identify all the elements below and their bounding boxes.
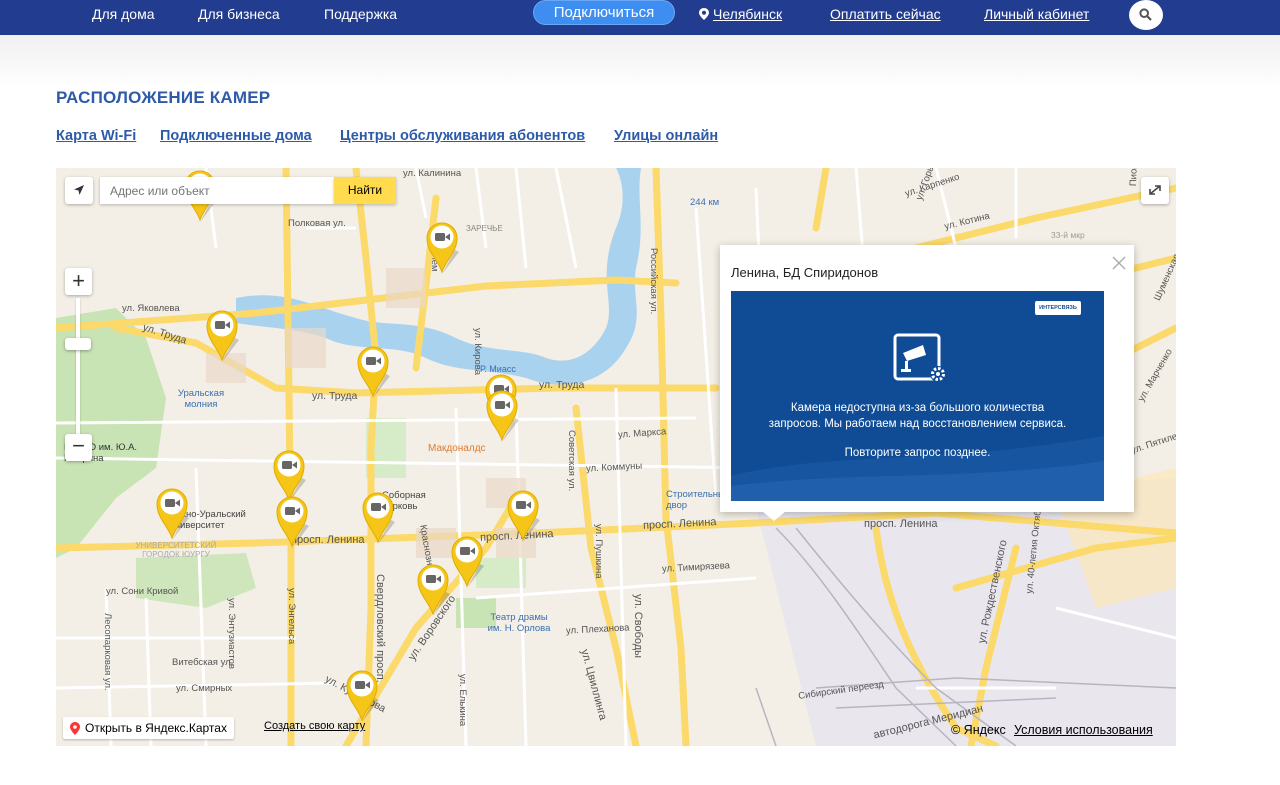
yandex-pin-icon	[70, 722, 80, 735]
map-label: Университетский городок ЮУрГУ	[135, 541, 217, 559]
city-name: Челябинск	[713, 6, 783, 22]
map-label: Строительный двор	[666, 489, 731, 511]
camera-marker[interactable]	[155, 486, 189, 540]
camera-marker[interactable]	[345, 668, 379, 722]
location-pin-icon	[699, 8, 709, 20]
camera-marker-icon	[451, 536, 484, 588]
city-selector[interactable]: Челябинск	[699, 6, 782, 22]
camera-marker-icon	[426, 222, 459, 274]
camera-marker-icon	[156, 488, 189, 540]
map-label: ул. Елькина	[457, 674, 468, 727]
zoom-slider-thumb[interactable]	[65, 338, 91, 350]
camera-marker-icon	[362, 492, 395, 544]
map-label: Свердловский просп.	[374, 574, 386, 683]
pay-now-link[interactable]: Оплатить сейчас	[830, 6, 941, 22]
camera-stream-panel[interactable]: ИНТЕРСВЯЗЬ Камера недоступна из-за больш…	[731, 291, 1104, 501]
map-label: 244 км	[690, 197, 720, 208]
find-button[interactable]: Найти	[334, 177, 396, 204]
close-icon	[1112, 256, 1126, 270]
open-in-yandex-button[interactable]: Открыть в Яндекс.Картах	[63, 717, 234, 739]
search-button[interactable]	[1129, 0, 1163, 30]
camera-marker[interactable]	[205, 308, 239, 362]
map-label: ул. Труда	[312, 390, 358, 402]
map-label: Полковая ул.	[288, 218, 346, 229]
popup-close-button[interactable]	[1110, 254, 1128, 272]
tab-service-centers[interactable]: Центры обслуживания абонентов	[340, 128, 585, 144]
map-label: ул. Труда	[539, 379, 585, 391]
camera-marker[interactable]	[425, 220, 459, 274]
nav-support[interactable]: Поддержка	[324, 6, 397, 22]
camera-marker[interactable]	[361, 490, 395, 544]
top-navigation-bar: Для дома Для бизнеса Поддержка Подключит…	[0, 0, 1280, 35]
map-label: 33-й мкр	[1051, 230, 1085, 240]
map-label: ул. Калинина	[403, 168, 462, 179]
map-label: ул. Энтузиастов	[226, 598, 237, 669]
camera-marker[interactable]	[485, 388, 519, 442]
tab-wifi-map[interactable]: Карта Wi-Fi	[56, 128, 136, 144]
map-label: ул. Смирных	[176, 683, 233, 694]
popup-tail	[762, 511, 786, 521]
map-label: ул. Энгельса	[286, 588, 297, 645]
yandex-copyright: © Яндекс	[951, 723, 1006, 737]
address-search-input[interactable]	[100, 177, 334, 204]
camera-marker[interactable]	[356, 344, 390, 398]
nav-for-business[interactable]: Для бизнеса	[198, 6, 280, 22]
map-label: просп. Ленина	[864, 518, 938, 530]
map-label: Театр драмы им. Н. Орлова	[487, 612, 551, 634]
camera-marker[interactable]	[506, 488, 540, 542]
camera-unavailable-icon	[893, 333, 946, 382]
camera-marker-icon	[417, 564, 450, 616]
header-shadow-band	[0, 35, 1280, 90]
camera-marker-icon	[206, 310, 239, 362]
map-label: Лесопарковая ул.	[102, 613, 113, 691]
nav-for-home[interactable]: Для дома	[92, 6, 155, 22]
camera-marker[interactable]	[275, 494, 309, 548]
map-label: Пионерская	[1128, 168, 1141, 186]
search-icon	[1139, 8, 1152, 21]
fullscreen-button[interactable]	[1141, 177, 1169, 204]
camera-unavailable-message: Камера недоступна из-за большого количес…	[731, 401, 1104, 432]
panel-wave-background	[731, 436, 1104, 501]
camera-map[interactable]: ул. Калинина Полковая ул. Заречье ул. Ки…	[56, 168, 1176, 746]
minus-icon: −	[72, 433, 85, 458]
plus-icon: +	[72, 268, 85, 293]
popup-title: Ленина, БД Спиридонов	[731, 265, 879, 280]
camera-marker[interactable]	[416, 562, 450, 616]
camera-marker-icon	[486, 390, 519, 442]
geolocation-button[interactable]	[65, 177, 93, 204]
expand-icon	[1149, 185, 1161, 195]
camera-marker-icon	[507, 490, 540, 542]
camera-popup: Ленина, БД Спиридонов ИНТЕРСВЯЗЬ Камера …	[720, 245, 1134, 512]
camera-marker[interactable]	[450, 534, 484, 588]
tab-streets-online[interactable]: Улицы онлайн	[614, 128, 718, 144]
page-title: РАСПОЛОЖЕНИЕ КАМЕР	[56, 88, 271, 107]
map-label: Советская ул.	[566, 430, 577, 492]
arrow-locate-icon	[74, 185, 84, 195]
zoom-out-button[interactable]: −	[65, 434, 92, 461]
map-label: Российская ул.	[648, 248, 659, 315]
map-label: Макдоналдс	[428, 443, 486, 454]
map-label: Уральская молния	[177, 388, 225, 410]
map-label: ул. Яковлева	[122, 303, 180, 314]
message-line-2: запросов. Мы работаем над восстановление…	[768, 417, 1067, 430]
camera-marker-icon	[357, 346, 390, 398]
zoom-in-button[interactable]: +	[65, 268, 92, 295]
map-label: ул. Сони Кривой	[106, 586, 179, 597]
brand-logo: ИНТЕРСВЯЗЬ	[1035, 301, 1081, 315]
terms-of-use-link[interactable]: Условия использования	[1014, 723, 1153, 737]
map-label: Заречье	[466, 224, 503, 233]
map-label: ул. Свободы	[632, 594, 644, 659]
tab-connected-houses[interactable]: Подключенные дома	[160, 128, 312, 144]
connect-button[interactable]: Подключиться	[533, 0, 675, 25]
retry-message: Повторите запрос позднее.	[844, 447, 991, 459]
map-label: Витебская ул.	[172, 657, 234, 668]
account-link[interactable]: Личный кабинет	[984, 6, 1089, 22]
zoom-slider-track[interactable]	[76, 298, 80, 434]
open-in-yandex-label: Открыть в Яндекс.Картах	[85, 721, 227, 735]
camera-marker-icon	[346, 670, 379, 722]
camera-marker-icon	[276, 496, 309, 548]
map-label: ул. Пушкина	[593, 524, 604, 579]
message-line-1: Камера недоступна из-за большого количес…	[790, 402, 1045, 414]
create-map-link[interactable]: Создать свою карту	[264, 720, 365, 732]
